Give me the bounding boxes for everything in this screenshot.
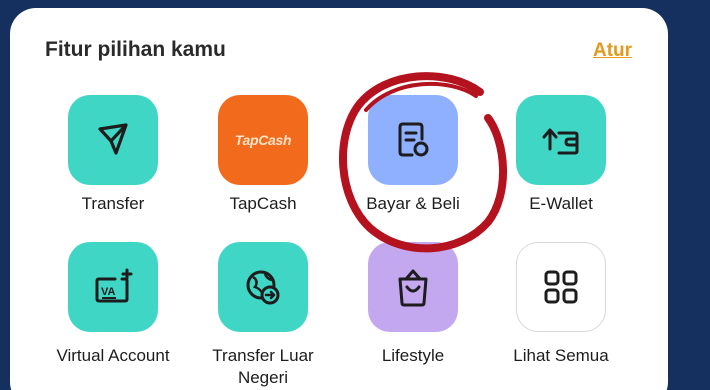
e-wallet-label: E-Wallet [529,194,593,213]
lihat-semua-label: Lihat Semua [513,346,609,365]
tapcash-label: TapCash [229,194,297,213]
receipt-icon [392,119,434,161]
card-title: Fitur pilihan kamu [45,38,226,61]
shopping-bag-icon [392,265,434,309]
transfer-label: Transfer [81,194,145,213]
globe-transfer-icon [241,265,285,309]
label-line-1: Transfer Luar [212,346,314,365]
tapcash-logo: TapCash [234,132,292,148]
lifestyle-button[interactable] [368,242,458,332]
atur-link[interactable]: Atur [593,40,632,62]
grid-icon [541,267,581,307]
bayar-beli-label: Bayar & Beli [366,194,460,213]
e-wallet-button[interactable] [516,95,606,185]
virtual-account-label: Virtual Account [56,346,170,365]
label-line-2: Negeri [237,368,289,387]
send-icon [92,119,134,161]
wallet-transfer-icon [539,119,583,161]
lifestyle-label: Lifestyle [381,346,445,365]
virtual-account-icon: VA [91,267,135,307]
transfer-luar-negeri-button[interactable] [218,242,308,332]
transfer-button[interactable] [68,95,158,185]
feature-card: Fitur pilihan kamu Atur Transfer TapCash… [10,8,668,390]
va-badge-text: VA [101,286,116,298]
tapcash-button[interactable]: TapCash [218,95,308,185]
bayar-beli-button[interactable] [368,95,458,185]
lihat-semua-button[interactable] [516,242,606,332]
virtual-account-button[interactable]: VA [68,242,158,332]
transfer-luar-negeri-label: Transfer Luar Negeri [178,345,348,389]
